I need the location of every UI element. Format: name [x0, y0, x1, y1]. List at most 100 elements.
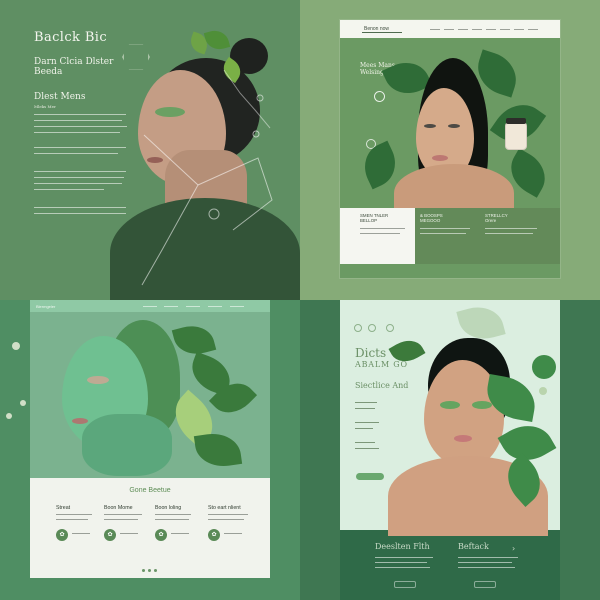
q2-nav-link[interactable] — [514, 29, 524, 30]
q4-list-line — [355, 428, 373, 429]
q3-eyeshadow-icon — [87, 376, 109, 384]
q3-berry-icon — [20, 400, 26, 406]
tile-q2: Benon now Mees Mans Welsing ld. SMEN TNL… — [300, 0, 600, 300]
q2-info-col1-line2: BELLOP — [360, 218, 378, 223]
q2-nav-link[interactable] — [430, 29, 440, 30]
q3-berry-icon — [6, 413, 12, 419]
q4-footer-arrow-icon[interactable]: › — [512, 544, 515, 553]
q3-page-dot[interactable] — [154, 569, 157, 572]
q4-footer-line — [375, 562, 427, 563]
q2-navbar: Benon now — [340, 20, 560, 38]
q1-text-line — [34, 132, 120, 133]
q3-col-text — [155, 514, 191, 515]
q2-info-line — [485, 228, 537, 229]
q4-circle-icon — [386, 324, 394, 332]
q4-footer-right-title: Beftack — [458, 542, 489, 551]
q2-eye-icon — [448, 124, 460, 128]
q2-info-col1: SMEN TNLER BELLOP — [360, 213, 388, 223]
q4-cta-button[interactable] — [356, 473, 384, 480]
tile-q3: Blermgeler Gone Beetue Streat Boon Mome … — [0, 300, 300, 600]
q4-footer-line — [458, 557, 518, 558]
q2-nav-link[interactable] — [500, 29, 510, 30]
q4-lips-icon — [454, 435, 472, 442]
q1-text-line — [34, 147, 126, 148]
q2-circle-icon — [374, 91, 385, 102]
q2-info-col2: & BOOSPS MEGOOO — [420, 213, 443, 223]
collage-grid: Baclck Bic Darn Clcia Dlster Beeda Dlest… — [0, 0, 600, 600]
q1-title: Baclck Bic — [34, 30, 108, 45]
q3-berry-icon — [12, 342, 20, 350]
q2-info-line — [485, 233, 533, 234]
q1-text-line — [34, 120, 122, 121]
q1-network-graphic — [141, 69, 273, 286]
q4-eyeshadow-icon — [472, 401, 492, 409]
q2-eye-icon — [424, 124, 436, 128]
q1-section-title: Dlest Mens — [34, 92, 86, 102]
q3-feature-icon: ✿ — [104, 529, 116, 541]
q3-nav-link[interactable] — [164, 306, 178, 307]
q4-list-line — [355, 422, 379, 423]
q1-section-label: Mleks Mer — [34, 104, 56, 109]
q3-col-text — [208, 519, 244, 520]
q3-page-dot[interactable] — [148, 569, 151, 572]
q4-list-line — [355, 402, 377, 403]
q4-circle-icon — [368, 324, 376, 332]
q2-info-col2-line2: MEGOOO — [420, 218, 441, 223]
q2-info-col3: STRELLCY Orere — [485, 213, 508, 223]
q2-nav-link[interactable] — [528, 29, 538, 30]
q2-jar-icon — [505, 122, 527, 150]
q4-list-line — [355, 408, 375, 409]
q1-subtitle-line2: Beeda — [34, 67, 63, 77]
q3-nav-link[interactable] — [230, 306, 244, 307]
q4-subtitle: Siectlice And — [355, 381, 409, 390]
q1-subtitle-line1: Darn Clcia Dlster — [34, 57, 114, 67]
q1-text-line — [34, 183, 122, 184]
q2-info-line — [420, 233, 466, 234]
q4-dot-icon — [539, 387, 547, 395]
q3-col-text — [104, 514, 142, 515]
q4-circle-icon — [354, 324, 362, 332]
q4-footer-line — [375, 557, 433, 558]
q3-neck — [82, 414, 172, 476]
q1-text-line — [34, 177, 124, 178]
q3-feature-icon: ✿ — [208, 529, 220, 541]
q2-nav-link[interactable] — [486, 29, 496, 30]
q3-col3-title: Boon loling — [155, 505, 182, 511]
q2-info-line — [360, 228, 405, 229]
q3-lips-icon — [72, 418, 88, 424]
q1-text-line — [34, 189, 104, 190]
q1-text-line — [34, 207, 126, 208]
q3-nav-link[interactable] — [143, 306, 157, 307]
q3-icon-text — [120, 533, 138, 534]
q4-list-line — [355, 448, 379, 449]
q4-list-line — [355, 442, 375, 443]
q4-footer-left-title: Deeslten Flth — [375, 542, 430, 551]
q2-jar-lid-icon — [506, 118, 526, 124]
q2-nav-underline — [362, 32, 402, 33]
q3-col-text — [208, 514, 248, 515]
q3-nav-link[interactable] — [186, 306, 200, 307]
q4-round-badge-icon — [532, 355, 556, 379]
q2-info-col3-line2: Orere — [485, 218, 497, 223]
q2-nav-link[interactable] — [444, 29, 454, 30]
q3-feature-icon: ✿ — [56, 529, 68, 541]
tile-q4: Dicts ABALM GO Siectlice And Deeslten Fl… — [300, 300, 600, 600]
q4-footer-line — [458, 567, 515, 568]
q3-col-text — [155, 519, 189, 520]
q4-footer-button[interactable] — [394, 581, 416, 588]
q4-footer-panel — [340, 530, 560, 600]
q4-footer-button[interactable] — [474, 581, 496, 588]
q3-icon-text — [171, 533, 189, 534]
q3-feature-icon: ✿ — [155, 529, 167, 541]
q2-nav-link[interactable] — [458, 29, 468, 30]
q3-page-dot[interactable] — [142, 569, 145, 572]
q3-pagination-dots — [142, 569, 158, 572]
q1-text-line — [34, 126, 127, 127]
q3-nav-link[interactable] — [208, 306, 222, 307]
q3-col1-title: Streat — [56, 505, 71, 511]
q1-text-line — [34, 153, 118, 154]
q4-footer-line — [375, 567, 430, 568]
q2-nav-link[interactable] — [472, 29, 482, 30]
q1-subtitle: Darn Clcia Dlster Beeda — [34, 57, 124, 77]
q3-icon-text — [224, 533, 242, 534]
